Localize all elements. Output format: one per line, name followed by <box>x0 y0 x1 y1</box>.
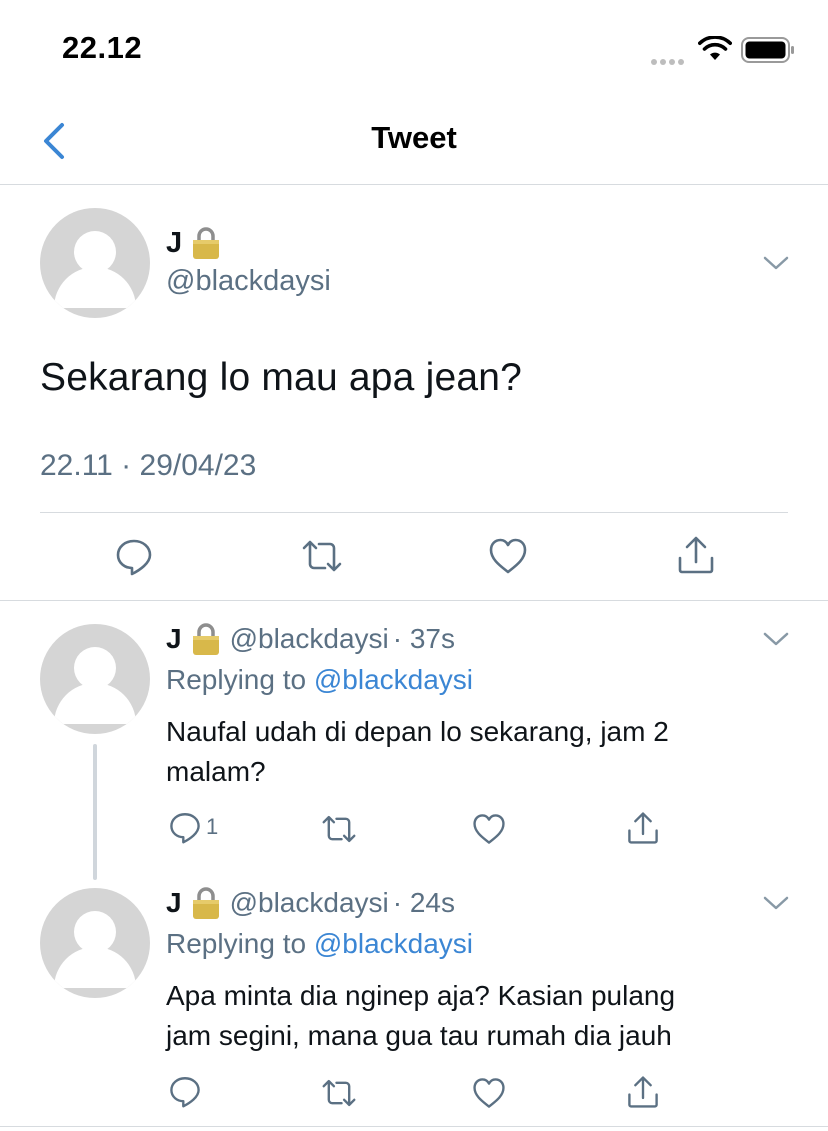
share-button[interactable] <box>626 1074 660 1110</box>
share-icon <box>678 536 714 574</box>
retweet-button[interactable] <box>300 536 344 576</box>
share-icon <box>628 1076 658 1108</box>
share-icon <box>628 812 658 844</box>
reply-count: 1 <box>206 814 219 839</box>
share-button[interactable] <box>626 810 660 846</box>
thread-connector-line <box>93 744 97 880</box>
author-name[interactable]: J <box>166 227 182 260</box>
comment-icon <box>116 539 152 576</box>
heart-icon <box>473 814 505 844</box>
reply-button[interactable] <box>168 1074 206 1108</box>
retweet-icon <box>322 815 356 843</box>
like-button[interactable] <box>472 1076 506 1110</box>
reply-header: J @blackdaysi · 24s <box>166 886 455 920</box>
reply-button[interactable]: 1 <box>168 810 218 844</box>
reply-text-line: Naufal udah di depan lo sekarang, jam 2 <box>166 716 669 747</box>
like-button[interactable] <box>488 536 528 576</box>
reply-time: · 37s <box>392 623 455 654</box>
reply-author-handle[interactable]: @blackdaysi <box>230 887 389 919</box>
status-time: 22.12 <box>62 30 143 65</box>
retweet-icon <box>322 1079 356 1107</box>
lock-icon <box>192 623 219 655</box>
reply-author-name[interactable]: J <box>166 623 182 655</box>
default-avatar-icon <box>54 231 136 308</box>
share-button[interactable] <box>676 534 716 576</box>
reply-author-handle[interactable]: @blackdaysi <box>230 623 389 655</box>
more-options-chevron-icon[interactable] <box>762 630 790 653</box>
avatar[interactable] <box>40 208 150 318</box>
battery-icon <box>741 37 795 68</box>
actions-divider <box>0 600 828 601</box>
bottom-divider <box>0 1126 828 1127</box>
avatar[interactable] <box>40 888 150 998</box>
reply-text: Apa minta dia nginep aja? Kasian pulang … <box>166 976 766 1056</box>
avatar[interactable] <box>40 624 150 734</box>
default-avatar-icon <box>54 911 136 988</box>
comment-icon <box>170 813 200 844</box>
reply-text: Naufal udah di depan lo sekarang, jam 2 … <box>166 712 766 792</box>
timestamp-divider <box>40 512 788 513</box>
wifi-icon <box>698 35 732 67</box>
heart-icon <box>489 538 527 574</box>
replying-to-label: Replying to <box>166 664 307 695</box>
author-name-row: J <box>166 226 222 260</box>
lock-icon <box>193 227 220 259</box>
default-avatar-icon <box>54 647 136 724</box>
replying-to-link[interactable]: @blackdaysi <box>314 928 473 959</box>
retweet-button[interactable] <box>320 812 358 846</box>
reply-text-line: malam? <box>166 756 266 787</box>
comment-icon <box>170 1077 200 1108</box>
cellular-signal-icon <box>651 52 687 70</box>
retweet-button[interactable] <box>320 1076 358 1110</box>
replying-to-label: Replying to <box>166 928 307 959</box>
author-handle[interactable]: @blackdaysi <box>166 265 331 298</box>
reply-text-line: jam segini, mana gua tau rumah dia jauh <box>166 1020 672 1051</box>
replying-to-link[interactable]: @blackdaysi <box>314 664 473 695</box>
heart-icon <box>473 1078 505 1108</box>
tweet-text: Sekarang lo mau apa jean? <box>40 356 523 399</box>
reply-author-name[interactable]: J <box>166 887 182 919</box>
more-options-chevron-icon[interactable] <box>762 894 790 917</box>
lock-icon <box>192 887 219 919</box>
more-options-chevron-icon[interactable] <box>762 254 790 277</box>
like-button[interactable] <box>472 812 506 846</box>
reply-time: · 24s <box>392 887 455 918</box>
replying-to-line: Replying to @blackdaysi <box>166 664 473 696</box>
reply-text-line: Apa minta dia nginep aja? Kasian pulang <box>166 980 676 1011</box>
nav-divider <box>0 184 828 185</box>
reply-header: J @blackdaysi · 37s <box>166 622 455 656</box>
tweet-timestamp: 22.11 · 29/04/23 <box>40 449 257 482</box>
reply-button[interactable] <box>114 536 154 576</box>
page-title: Tweet <box>371 120 457 155</box>
replying-to-line: Replying to @blackdaysi <box>166 928 473 960</box>
retweet-icon <box>302 540 342 572</box>
